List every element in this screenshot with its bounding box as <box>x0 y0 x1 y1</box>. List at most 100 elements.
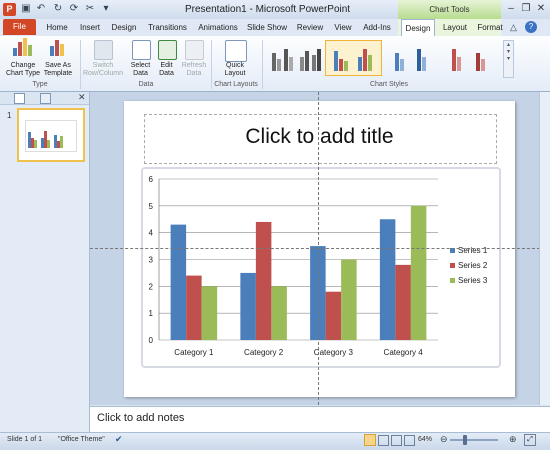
tab-design[interactable]: Design <box>110 19 138 36</box>
select-data-icon <box>132 40 151 60</box>
tab-view[interactable]: View <box>332 19 354 36</box>
bar-series-3 <box>410 205 427 340</box>
save-icon[interactable]: ▣ <box>20 3 32 15</box>
theme-name[interactable]: "Office Theme" <box>58 436 105 443</box>
switch-row-column-button[interactable]: Switch Row/Column <box>81 62 125 78</box>
legend-swatch <box>450 263 455 268</box>
y-tick-label: 0 <box>149 336 154 345</box>
bar-series-1 <box>379 219 396 340</box>
slide-count: Slide 1 of 1 <box>7 436 43 443</box>
change-chart-type-button[interactable]: Change Chart Type <box>3 62 43 78</box>
tab-add-ins[interactable]: Add-Ins <box>361 19 393 36</box>
fit-to-window-icon[interactable]: ⤢ <box>524 434 536 446</box>
refresh-data-button[interactable]: Refresh Data <box>178 62 210 78</box>
bar-series-1 <box>170 224 187 340</box>
chart-tools-label: Chart Tools <box>429 5 470 14</box>
slide-thumbnail[interactable] <box>17 108 85 162</box>
normal-view-icon[interactable] <box>364 434 376 446</box>
tab-chart-format[interactable]: Format <box>476 19 504 36</box>
slide-sorter-icon[interactable] <box>378 435 389 446</box>
y-tick-label: 5 <box>149 202 154 211</box>
undo-icon[interactable]: ↶ <box>35 3 47 15</box>
bar-series-2 <box>255 221 272 340</box>
zoom-level[interactable]: 64% <box>418 436 432 443</box>
spell-check-icon[interactable]: ✔ <box>115 434 123 445</box>
bar-series-2 <box>325 291 342 340</box>
chart-style-blue[interactable] <box>388 40 440 76</box>
bar-series-2 <box>395 264 411 340</box>
slides-tab-icon[interactable] <box>14 93 25 104</box>
zoom-in-icon[interactable]: ⊕ <box>509 434 517 445</box>
group-label-data: Data <box>138 81 154 88</box>
zoom-slider[interactable] <box>450 439 498 441</box>
bar-series-1 <box>240 272 256 340</box>
tab-animations[interactable]: Animations <box>196 19 240 36</box>
slide-thumbnail-number: 1 <box>7 111 12 120</box>
tab-review[interactable]: Review <box>294 19 326 36</box>
y-tick-label: 3 <box>149 256 154 265</box>
legend-label: Series 3 <box>458 276 488 285</box>
customize-qat-icon[interactable]: ▾ <box>100 3 112 15</box>
tab-chart-layout[interactable]: Layout <box>441 19 469 36</box>
minimize-ribbon-icon[interactable]: △ <box>510 22 517 33</box>
save-as-template-button[interactable]: Save As Template <box>41 62 75 78</box>
chart-style-gray[interactable] <box>268 40 297 76</box>
restore-icon[interactable]: ❐ <box>518 2 534 16</box>
tab-chart-design[interactable]: Design <box>401 19 435 37</box>
y-tick-label: 4 <box>149 229 154 238</box>
edit-data-icon <box>158 40 177 60</box>
chart-style-selected[interactable] <box>325 40 382 76</box>
chart-style-red[interactable] <box>445 40 499 76</box>
refresh-data-icon <box>185 40 204 60</box>
powerpoint-app-icon[interactable]: P <box>3 3 16 16</box>
horizontal-guide[interactable] <box>90 248 550 249</box>
window-title: Presentation1 - Microsoft PowerPoint <box>185 4 351 15</box>
tab-transitions[interactable]: Transitions <box>145 19 190 36</box>
legend-swatch <box>450 278 455 283</box>
column-chart[interactable]: 0 1 2 3 4 5 6 Category 1 Category 2 Category 3 Ca… <box>141 167 497 364</box>
close-icon[interactable]: ✕ <box>533 2 549 16</box>
tab-home[interactable]: Home <box>44 19 70 36</box>
edit-data-button[interactable]: Edit Data <box>155 62 178 78</box>
reading-view-icon[interactable] <box>391 435 402 446</box>
chart-styles-scroll[interactable]: ▴ ▾ ▾ <box>503 40 514 78</box>
notes-placeholder: Click to add notes <box>97 412 185 424</box>
help-icon[interactable]: ? <box>525 21 537 33</box>
bar-series-3 <box>271 286 287 340</box>
quick-layout-icon <box>225 40 247 62</box>
chart-style-gray-2[interactable] <box>296 40 325 76</box>
save-as-template-icon <box>48 40 68 60</box>
group-label-chart-styles: Chart Styles <box>369 81 409 88</box>
switch-row-column-icon <box>94 40 113 60</box>
legend-label: Series 2 <box>458 261 488 270</box>
outline-tab-icon[interactable] <box>40 93 51 104</box>
zoom-slider-thumb[interactable] <box>463 435 467 445</box>
cut-icon[interactable]: ✂ <box>84 3 96 15</box>
slide-show-icon[interactable] <box>404 435 415 446</box>
vertical-scrollbar[interactable] <box>539 92 550 405</box>
y-tick-label: 2 <box>149 282 154 291</box>
close-pane-icon[interactable]: ✕ <box>78 92 86 103</box>
group-label-chart-layouts: Chart Layouts <box>214 81 258 88</box>
bar-series-2 <box>186 275 202 340</box>
y-tick-label: 6 <box>149 175 154 184</box>
redo-icon[interactable]: ↻ <box>52 3 64 15</box>
tab-file[interactable]: File <box>3 19 36 35</box>
change-chart-type-icon <box>12 38 34 60</box>
tab-insert[interactable]: Insert <box>77 19 103 36</box>
y-tick-label: 1 <box>149 309 154 318</box>
bar-series-3 <box>201 286 218 340</box>
group-label-type: Type <box>32 81 48 88</box>
quick-layout-button[interactable]: Quick Layout <box>215 62 255 78</box>
title-placeholder-text: Click to add title <box>245 125 394 148</box>
bar-series-3 <box>341 259 357 340</box>
x-tick-label: Category 1 <box>174 348 214 357</box>
x-tick-label: Category 4 <box>384 348 424 357</box>
select-data-button[interactable]: Select Data <box>127 62 154 78</box>
minimize-icon[interactable]: – <box>503 2 519 16</box>
x-tick-label: Category 3 <box>314 348 354 357</box>
x-tick-label: Category 2 <box>244 348 284 357</box>
zoom-out-icon[interactable]: ⊖ <box>440 434 448 445</box>
repeat-icon[interactable]: ⟳ <box>68 3 80 15</box>
tab-slide-show[interactable]: Slide Show <box>246 19 288 36</box>
